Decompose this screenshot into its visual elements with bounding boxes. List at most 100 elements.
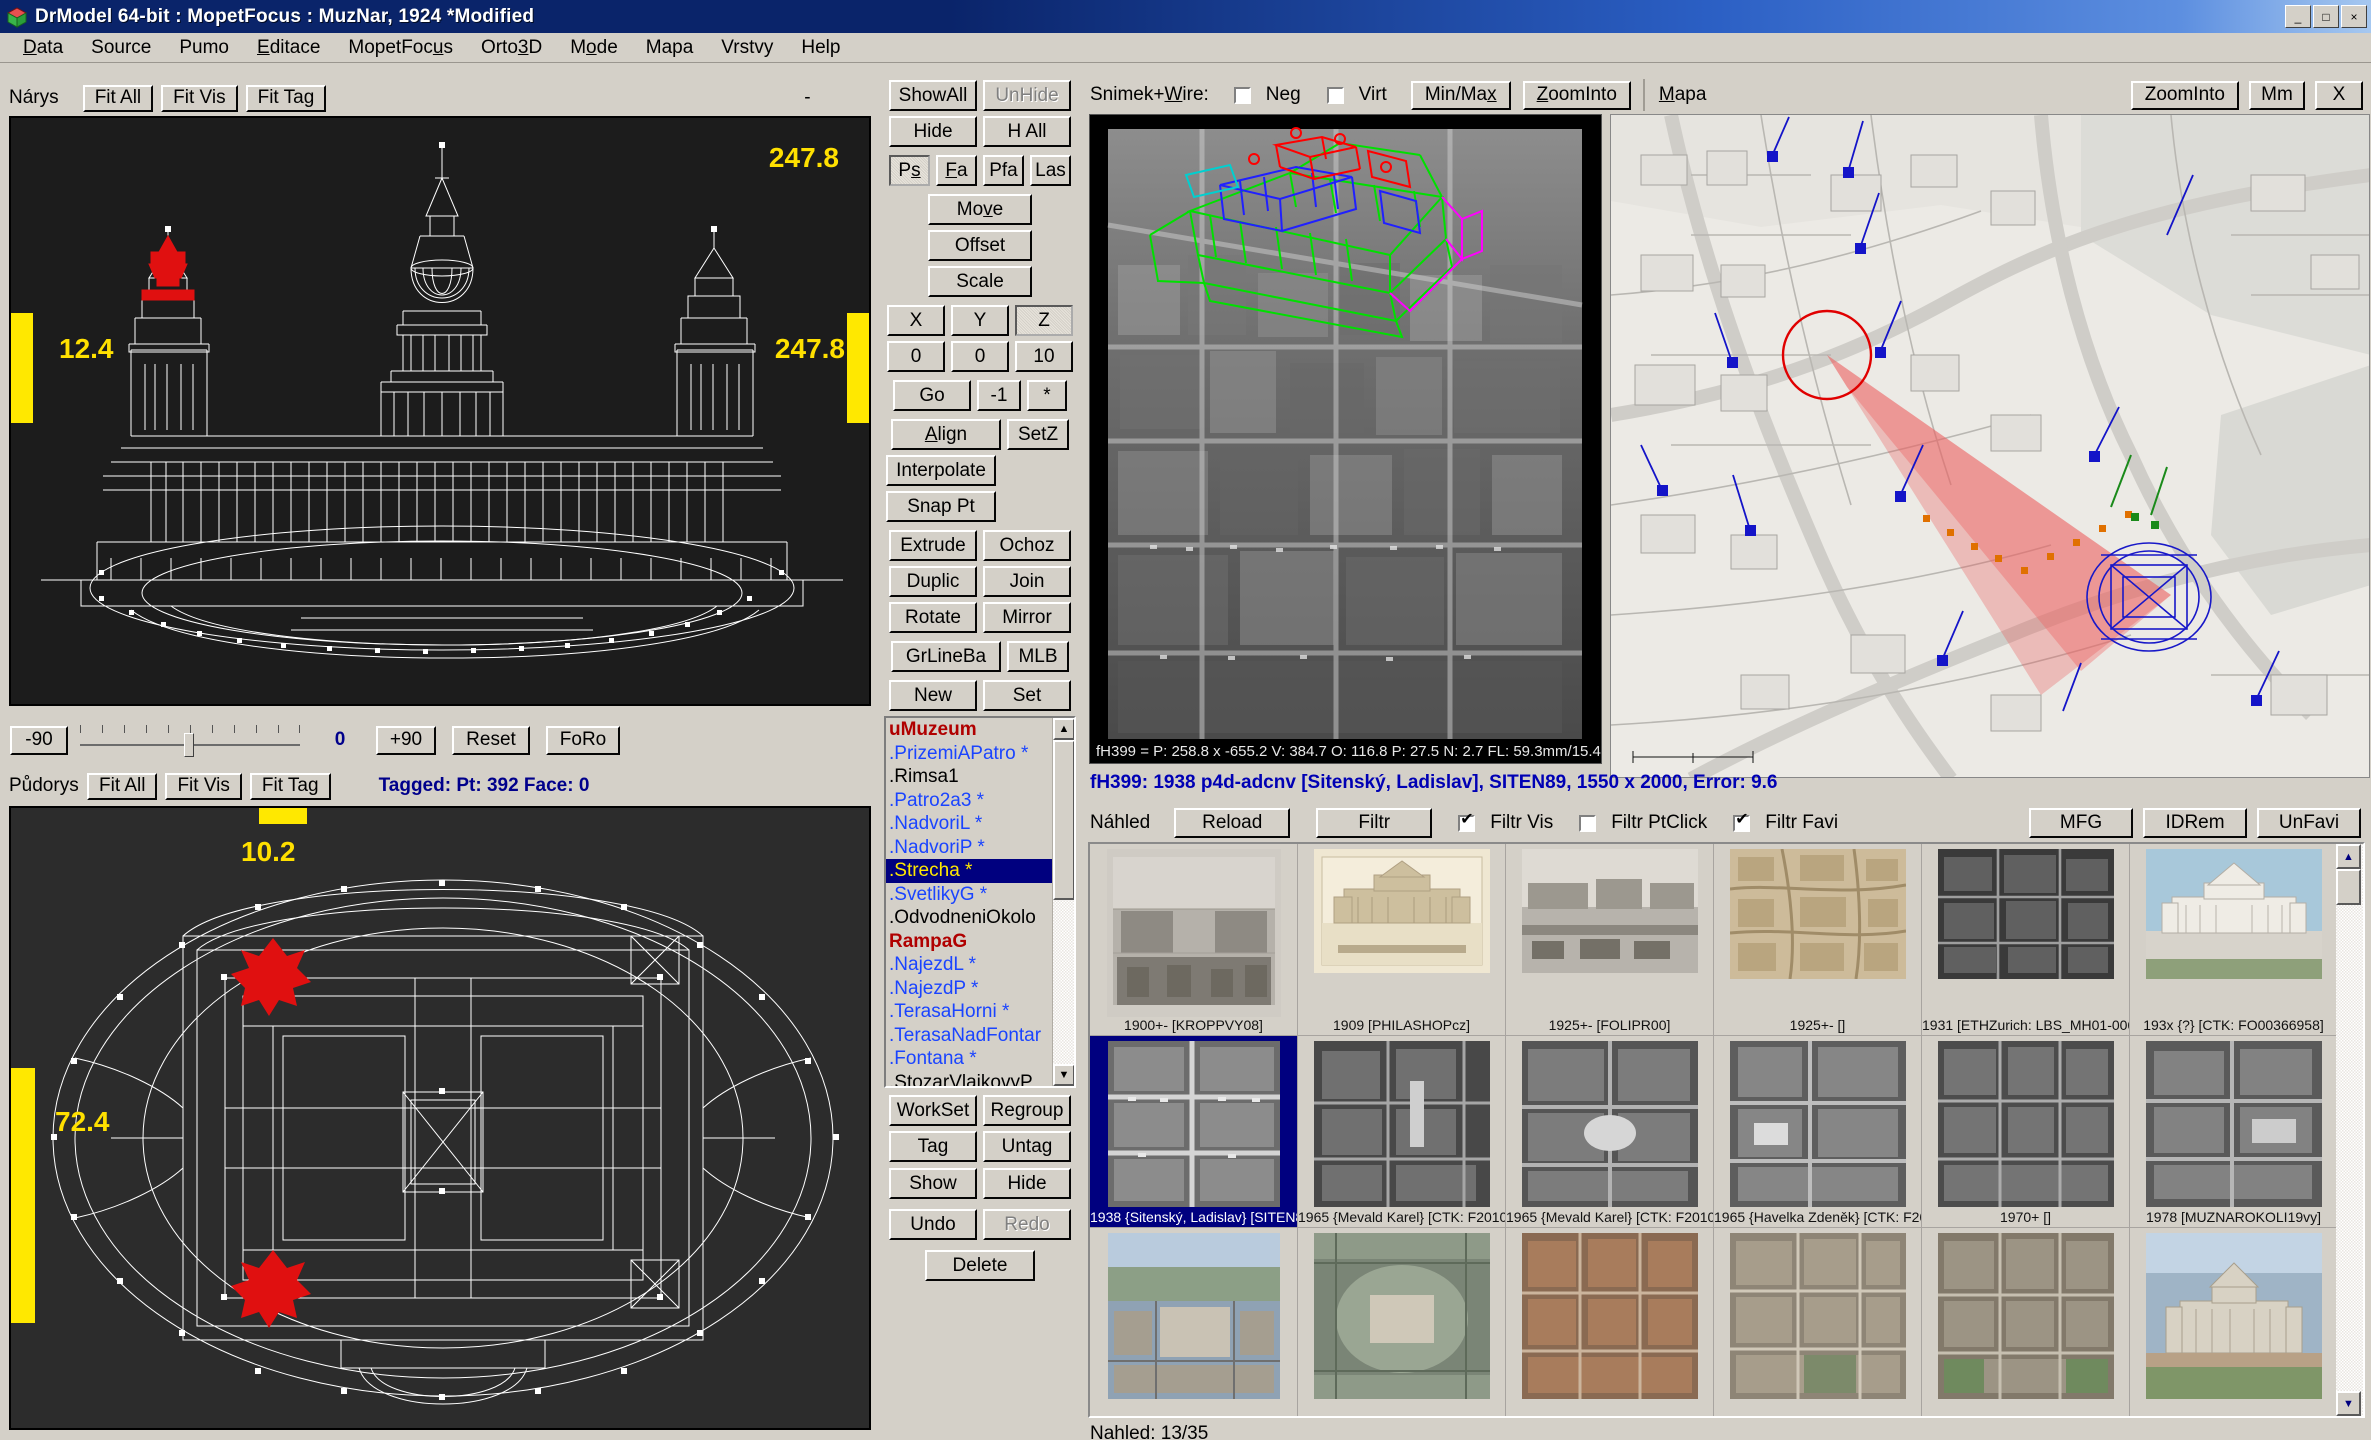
show-button[interactable]: Show (889, 1168, 977, 1199)
menu-item-mode[interactable]: Mode (556, 35, 632, 61)
rotate-reset-button[interactable]: Reset (452, 725, 530, 755)
unfavi-button[interactable]: UnFavi (2257, 808, 2361, 838)
hide-all-button[interactable]: H All (983, 116, 1071, 147)
show-all-button[interactable]: ShowAll (889, 80, 977, 111)
unhide-button[interactable]: UnHide (983, 80, 1071, 111)
align-button[interactable]: Align (891, 419, 1001, 450)
layer-list-scrollbar[interactable]: ▲ ▼ (1052, 718, 1074, 1086)
filtr-vis-checkbox[interactable]: Filtr Vis (1458, 812, 1553, 834)
idrem-button[interactable]: IDRem (2143, 808, 2247, 838)
hide-button[interactable]: Hide (889, 116, 977, 147)
neg-checkbox-box[interactable] (1233, 86, 1251, 104)
grlineba-button[interactable]: GrLineBa (891, 641, 1001, 672)
menu-item-mopetfocus[interactable]: MopetFocus (334, 35, 467, 61)
list-item[interactable]: .TerasaNadFontar (886, 1024, 1052, 1048)
layer-list[interactable]: uMuzeum .PrizemiAPatro * .Rimsa1 .Patro2… (884, 716, 1076, 1088)
minus-one-button[interactable]: -1 (977, 380, 1021, 411)
menu-item-help[interactable]: Help (787, 35, 854, 61)
thumbnail-item[interactable] (1090, 1228, 1298, 1416)
list-item[interactable]: .StozarVlajkovyP (886, 1071, 1052, 1087)
thumbnail-item[interactable]: 1965 {Mevald Karel} [CTK: F201008 (1506, 1036, 1714, 1228)
menu-item-data[interactable]: DDataata (9, 35, 77, 61)
rotate-plus90-button[interactable]: +90 (376, 725, 436, 755)
list-item[interactable]: .TerasaHorni * (886, 1000, 1052, 1024)
move-button[interactable]: Mo v e (928, 194, 1032, 225)
foro-button[interactable]: FoRo (546, 725, 620, 755)
map-viewport[interactable] (1610, 114, 2370, 778)
axis-x-button[interactable]: X (887, 305, 945, 336)
layer-scrollbar-thumb[interactable] (1053, 740, 1074, 900)
rotation-slider-thumb[interactable] (184, 733, 194, 757)
rotate-button[interactable]: Rotate (889, 602, 977, 633)
gallery-scrollbar-thumb[interactable] (2336, 869, 2361, 905)
menu-item-vrstvy[interactable]: Vrstvy (707, 35, 787, 61)
gallery-scrollbar[interactable]: ▲ ▼ (2336, 844, 2363, 1416)
duplic-button[interactable]: Duplic (889, 566, 977, 597)
maximize-button[interactable]: □ (2313, 5, 2339, 28)
menu-item-source[interactable]: Source (77, 35, 165, 61)
map-zoominto-button[interactable]: ZoomInto (2130, 80, 2239, 110)
filtr-ptclick-checkbox-box[interactable] (1579, 814, 1597, 832)
minmax-button[interactable]: Min/Ma x (1410, 80, 1511, 110)
axis-z-button[interactable]: Z (1015, 305, 1073, 336)
set-layer-button[interactable]: Set (983, 680, 1071, 711)
offset-button[interactable]: Offset (928, 230, 1032, 261)
list-item[interactable]: .PrizemiAPatro * (886, 742, 1052, 766)
close-button[interactable]: × (2341, 5, 2367, 28)
plan-fit-all-button[interactable]: Fit All (87, 772, 158, 800)
axis-z-value-input[interactable]: 10 (1015, 341, 1073, 372)
menu-item-orto3d[interactable]: Orto3D (467, 35, 556, 61)
thumbnail-item[interactable]: 1965 {Havelka Zdeněk} [CTK: F201( (1714, 1036, 1922, 1228)
photo-viewport[interactable]: fH399 = P: 258.8 x -655.2 V: 384.7 O: 11… (1089, 114, 1602, 764)
menu-item-pumo[interactable]: Pumo (165, 35, 243, 61)
mlb-button[interactable]: MLB (1007, 641, 1069, 672)
regroup-button[interactable]: Regroup (983, 1095, 1071, 1126)
tag-button[interactable]: Tag (889, 1131, 977, 1162)
setz-button[interactable]: SetZ (1007, 419, 1069, 450)
thumbnail-item[interactable]: 1978 [MUZNAROKOLI19vy] (2130, 1036, 2338, 1228)
mode-las-button[interactable]: Las (1030, 155, 1071, 186)
list-item[interactable]: .NajezdL * (886, 953, 1052, 977)
thumbnail-gallery[interactable]: 1900+- [KROPPVY08] 1909 [PHILASHOPcz] 19… (1088, 842, 2365, 1418)
reload-button[interactable]: Reload (1174, 808, 1291, 838)
mfg-button[interactable]: MFG (2029, 808, 2133, 838)
filtr-ptclick-checkbox[interactable]: Filtr PtClick (1579, 812, 1707, 834)
thumbnail-item[interactable]: 193x {?} [CTK: FO00366958] (2130, 844, 2338, 1036)
delete-button[interactable]: Delete (925, 1250, 1035, 1281)
filtr-vis-checkbox-box[interactable] (1458, 812, 1476, 832)
mode-ps-button[interactable]: Ps (889, 155, 930, 186)
plan-fit-vis-button[interactable]: Fit Vis (165, 772, 242, 800)
join-button[interactable]: Join (983, 566, 1071, 597)
list-item[interactable]: RampaG (886, 930, 1052, 954)
mode-fa-button[interactable]: Fa (936, 155, 977, 186)
thumbnail-item[interactable]: 1931 [ETHZurich: LBS_MH01-0063 (1922, 844, 2130, 1036)
neg-checkbox[interactable]: Neg (1233, 84, 1301, 106)
virt-checkbox[interactable]: Virt (1326, 84, 1387, 106)
window-title-bar[interactable]: DrModel 64-bit : MopetFocus : MuzNar, 19… (0, 0, 2371, 33)
thumbnail-item[interactable]: 1970+ [] (1922, 1036, 2130, 1228)
photo-zoominto-button[interactable]: ZoomInto (1522, 80, 1631, 110)
thumbnail-item[interactable]: 1925+- [] (1714, 844, 1922, 1036)
rotation-slider[interactable] (80, 725, 300, 757)
list-item-selected[interactable]: .Strecha * (886, 859, 1052, 883)
scroll-up-arrow-icon[interactable]: ▲ (1053, 718, 1074, 740)
thumbnail-item[interactable]: 1909 [PHILASHOPcz] (1298, 844, 1506, 1036)
extrude-button[interactable]: Extrude (889, 530, 977, 561)
hide-selected-button[interactable]: Hide (983, 1168, 1071, 1199)
axis-y-value-input[interactable]: 0 (951, 341, 1009, 372)
minimize-button[interactable]: _ (2285, 5, 2311, 28)
list-item[interactable]: .Rimsa1 (886, 765, 1052, 789)
thumbnail-item[interactable] (2130, 1228, 2338, 1416)
elevation-fit-all-button[interactable]: Fit All (82, 84, 154, 112)
interpolate-button[interactable]: Interpolate (886, 455, 996, 486)
thumbnail-item-selected[interactable]: 1938 {Sitenský, Ladislav} [SITEN89 (1090, 1036, 1298, 1228)
elevation-fit-tag-button[interactable]: Fit Tag (245, 84, 327, 112)
virt-checkbox-box[interactable] (1326, 86, 1344, 104)
filtr-button[interactable]: Filtr (1316, 808, 1433, 838)
thumbnail-item[interactable]: 1925+- [FOLIPR00] (1506, 844, 1714, 1036)
map-mm-button[interactable]: Mm (2249, 80, 2305, 110)
plan-viewport[interactable]: 10.2 72.4 (9, 806, 871, 1430)
plan-fit-tag-button[interactable]: Fit Tag (249, 772, 331, 800)
redo-button[interactable]: Redo (983, 1209, 1071, 1240)
list-item[interactable]: .OdvodneniOkolo (886, 906, 1052, 930)
